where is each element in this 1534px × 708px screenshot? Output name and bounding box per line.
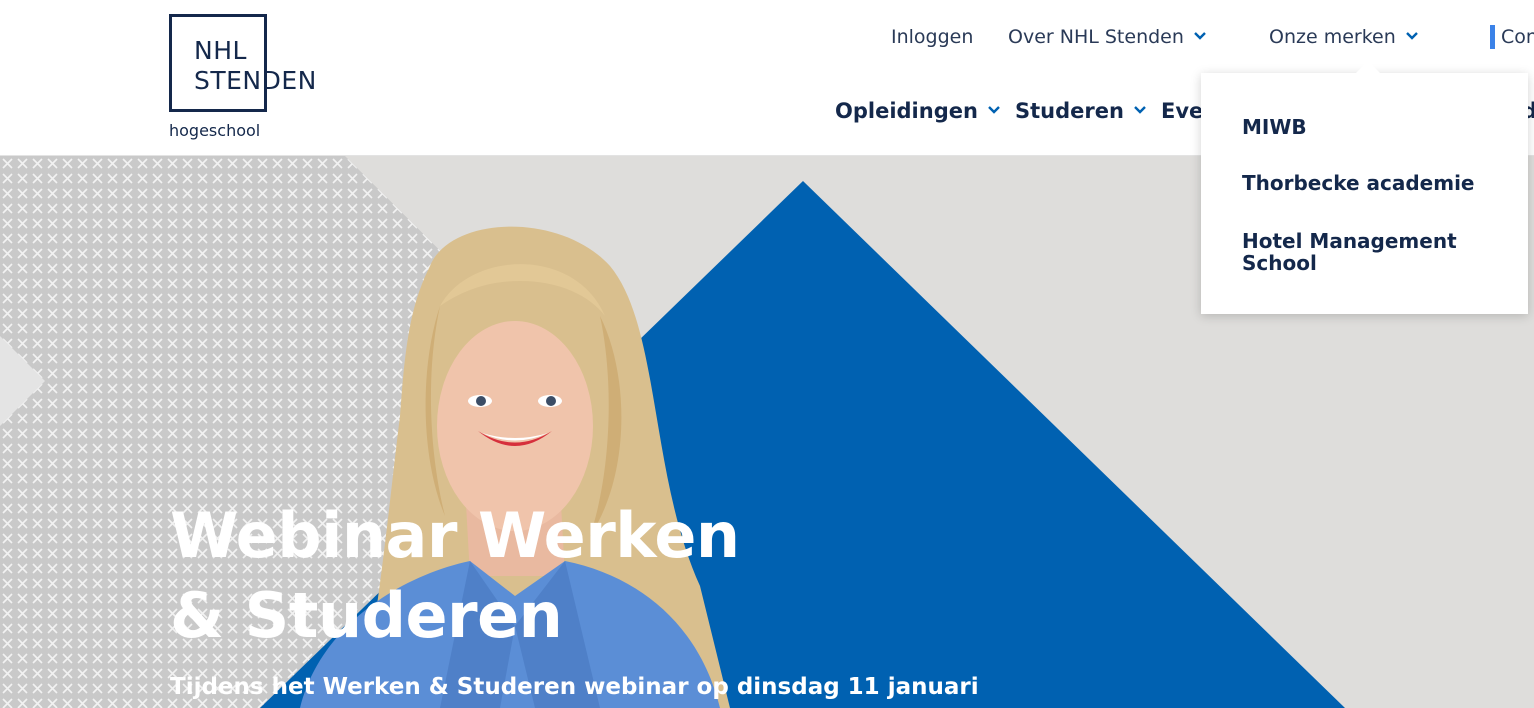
brands-menu[interactable]: Onze merken <box>1269 26 1418 48</box>
utility-nav: Inloggen Over NHL Stenden Onze merken <box>0 26 1534 52</box>
study-menu[interactable]: Studeren <box>1015 99 1146 123</box>
study-menu-label: Studeren <box>1015 99 1124 123</box>
programs-menu-label: Opleidingen <box>835 99 978 123</box>
dropdown-item-hotel-management[interactable]: Hotel Management School <box>1242 230 1482 274</box>
dropdown-caret-icon <box>1356 61 1380 73</box>
chevron-down-icon <box>988 106 1000 114</box>
brands-dropdown: MIWB Thorbecke academie Hotel Management… <box>1201 73 1528 314</box>
chevron-down-icon <box>1405 31 1418 40</box>
contact-link[interactable]: Con <box>1490 25 1534 49</box>
logo-line-2: STENDEN <box>194 66 317 95</box>
chevron-down-icon <box>1134 106 1146 114</box>
brands-menu-label: Onze merken <box>1269 26 1396 48</box>
dropdown-item-thorbecke[interactable]: Thorbecke academie <box>1242 172 1482 194</box>
about-menu[interactable]: Over NHL Stenden <box>1008 26 1206 48</box>
logo-subtitle: hogeschool <box>169 121 261 140</box>
chevron-down-icon <box>1194 31 1206 40</box>
hero-title: Webinar Werken & Studeren <box>170 499 740 652</box>
login-link[interactable]: Inloggen <box>891 26 973 48</box>
hero-subtitle: Tijdens het Werken & Studeren webinar op… <box>170 674 979 700</box>
dropdown-item-miwb[interactable]: MIWB <box>1242 116 1482 138</box>
about-menu-label: Over NHL Stenden <box>1008 26 1184 48</box>
programs-menu[interactable]: Opleidingen <box>835 99 1000 123</box>
